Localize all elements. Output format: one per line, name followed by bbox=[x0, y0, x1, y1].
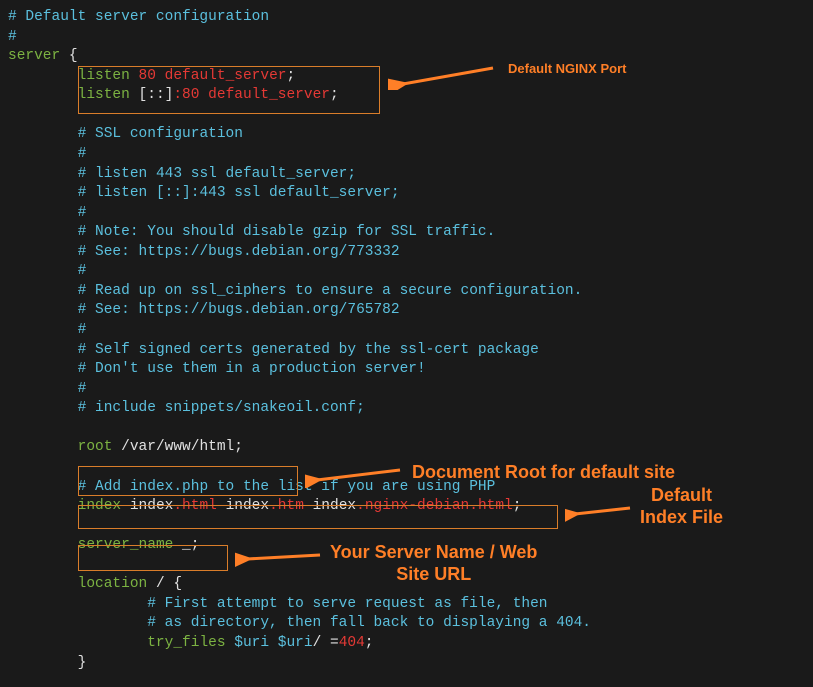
default-server: default_server bbox=[165, 68, 287, 84]
annotation-doc-root: Document Root for default site bbox=[412, 460, 675, 484]
server-keyword: server bbox=[8, 48, 60, 64]
server-name-keyword: server_name bbox=[78, 537, 174, 553]
comment-line: # Read up on ssl_ciphers to ensure a sec… bbox=[78, 283, 583, 299]
annotation-index-file: DefaultIndex File bbox=[640, 485, 723, 528]
comment-line: # listen 443 ssl default_server; bbox=[78, 166, 356, 182]
comment-line: # Self signed certs generated by the ssl… bbox=[78, 342, 539, 358]
comment-line: # bbox=[78, 263, 87, 279]
try-files-keyword: try_files bbox=[147, 635, 225, 651]
port-number: 80 bbox=[139, 68, 156, 84]
comment-line: # See: https://bugs.debian.org/765782 bbox=[78, 302, 400, 318]
root-path: /var/www/html bbox=[112, 439, 234, 455]
comment-line: # bbox=[78, 381, 87, 397]
comment-line: # See: https://bugs.debian.org/773332 bbox=[78, 244, 400, 260]
listen-keyword: listen bbox=[78, 87, 130, 103]
comment-line: # Default server configuration bbox=[8, 9, 269, 25]
comment-line: # Don't use them in a production server! bbox=[78, 361, 426, 377]
comment-line: # bbox=[78, 322, 87, 338]
comment-line: # listen [::]:443 ssl default_server; bbox=[78, 185, 400, 201]
location-keyword: location bbox=[78, 576, 148, 592]
comment-line: # Note: You should disable gzip for SSL … bbox=[78, 224, 496, 240]
server-name-value: _ bbox=[173, 537, 190, 553]
listen-keyword: listen bbox=[78, 68, 130, 84]
error-code: 404 bbox=[339, 635, 365, 651]
comment-line: # as directory, then fall back to displa… bbox=[147, 615, 591, 631]
annotation-server-name: Your Server Name / WebSite URL bbox=[330, 542, 537, 585]
comment-line: # First attempt to serve request as file… bbox=[147, 596, 547, 612]
comment-line: # include snippets/snakeoil.conf; bbox=[78, 400, 365, 416]
index-keyword: index bbox=[78, 498, 122, 514]
comment-line: # bbox=[78, 146, 87, 162]
root-keyword: root bbox=[78, 439, 113, 455]
comment-line: # SSL configuration bbox=[78, 126, 243, 142]
comment-line: # bbox=[78, 205, 87, 221]
default-server: default_server bbox=[208, 87, 330, 103]
comment-line: # bbox=[8, 29, 17, 45]
annotation-nginx-port: Default NGINX Port bbox=[508, 60, 626, 78]
